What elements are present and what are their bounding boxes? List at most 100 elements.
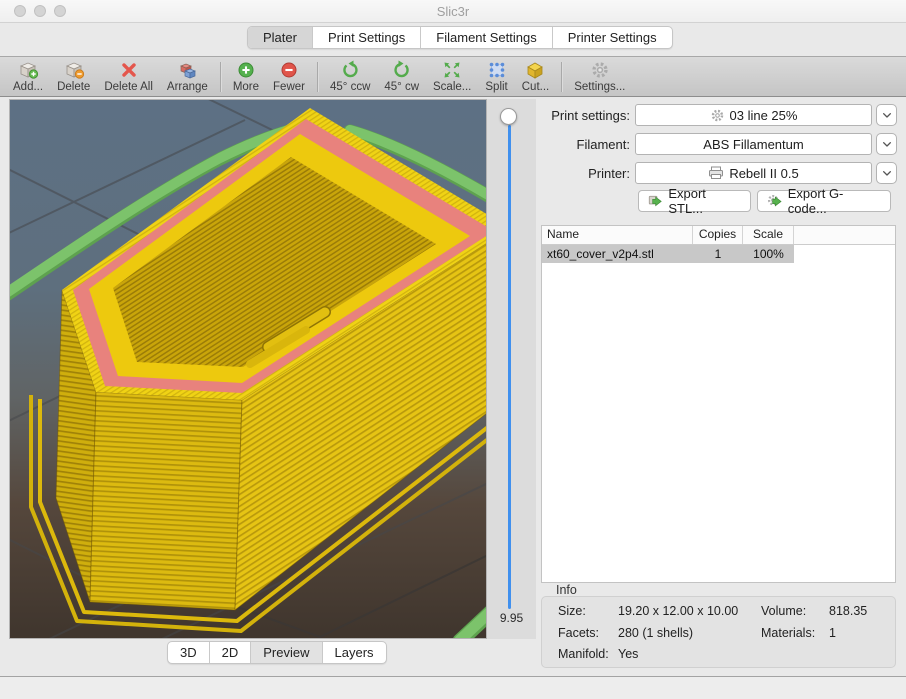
- print-settings-row: Print settings: 03 line 25%: [541, 104, 897, 126]
- scale-label: Scale...: [433, 81, 471, 93]
- layer-slider: 9.95: [487, 99, 536, 639]
- cell-name: xt60_cover_v2p4.stl: [542, 245, 693, 263]
- delete-button[interactable]: Delete: [50, 58, 97, 96]
- printer-dropdown-button[interactable]: [876, 162, 897, 184]
- delete-all-button[interactable]: Delete All: [97, 58, 160, 96]
- chevron-down-icon: [881, 138, 893, 150]
- tab-printer-settings[interactable]: Printer Settings: [553, 27, 672, 48]
- scale-icon: [442, 60, 462, 80]
- view-tab-preview[interactable]: Preview: [251, 642, 322, 663]
- preview-viewport[interactable]: [9, 99, 487, 639]
- rotate-ccw-button[interactable]: 45° ccw: [323, 58, 377, 96]
- settings-icon: [590, 60, 610, 80]
- delete-all-label: Delete All: [104, 81, 153, 93]
- rotate-cw-icon: [392, 60, 412, 80]
- column-header-name[interactable]: Name: [542, 226, 693, 244]
- tab-print-settings[interactable]: Print Settings: [313, 27, 421, 48]
- filament-value: ABS Fillamentum: [703, 137, 803, 152]
- objects-table-header: Name Copies Scale: [542, 226, 895, 245]
- rotate-ccw-icon: [340, 60, 360, 80]
- filament-row: Filament: ABS Fillamentum: [541, 133, 897, 155]
- split-label: Split: [485, 81, 507, 93]
- info-box: Size: 19.20 x 12.00 x 10.00 Volume: 818.…: [541, 596, 896, 668]
- toolbar-separator: [561, 62, 562, 92]
- printer-label: Printer:: [541, 166, 630, 181]
- more-button[interactable]: More: [226, 58, 266, 96]
- add-icon: [17, 60, 39, 80]
- rotate-cw-label: 45° cw: [384, 81, 419, 93]
- cut-label: Cut...: [522, 81, 549, 93]
- printer-value: Rebell II 0.5: [729, 166, 798, 181]
- gear-icon: [710, 108, 725, 123]
- scale-button[interactable]: Scale...: [426, 58, 478, 96]
- split-icon: [487, 60, 507, 80]
- arrange-icon: [176, 60, 198, 80]
- size-label: Size:: [558, 604, 586, 618]
- print-settings-dropdown-button[interactable]: [876, 104, 897, 126]
- window-title: Slic3r: [0, 4, 906, 19]
- 3d-preview-canvas: [10, 100, 487, 639]
- fewer-button[interactable]: Fewer: [266, 58, 312, 96]
- toolbar: Add... Delete Delete All: [0, 56, 906, 97]
- split-button[interactable]: Split: [478, 58, 514, 96]
- print-settings-value: 03 line 25%: [730, 108, 798, 123]
- layer-slider-value: 9.95: [487, 611, 536, 625]
- materials-value: 1: [829, 626, 836, 640]
- table-row[interactable]: xt60_cover_v2p4.stl 1 100%: [542, 245, 895, 263]
- facets-value: 280 (1 shells): [618, 626, 693, 640]
- rotate-ccw-label: 45° ccw: [330, 81, 370, 93]
- export-gcode-icon: [767, 193, 783, 209]
- main-tabs: Plater Print Settings Filament Settings …: [247, 26, 673, 49]
- chevron-down-icon: [881, 109, 893, 121]
- print-settings-combo[interactable]: 03 line 25%: [635, 104, 872, 126]
- titlebar: Slic3r: [0, 0, 906, 23]
- delete-label: Delete: [57, 81, 90, 93]
- fewer-icon: [279, 60, 299, 80]
- view-mode-tabs: 3D 2D Preview Layers: [167, 641, 387, 664]
- export-gcode-button[interactable]: Export G-code...: [757, 190, 891, 212]
- size-value: 19.20 x 12.00 x 10.00: [618, 604, 738, 618]
- export-row: Export STL... Export G-code...: [541, 190, 897, 212]
- arrange-button[interactable]: Arrange: [160, 58, 215, 96]
- rotate-cw-button[interactable]: 45° cw: [377, 58, 426, 96]
- volume-value: 818.35: [829, 604, 867, 618]
- printer-icon: [708, 166, 724, 180]
- more-icon: [236, 60, 256, 80]
- main-tab-row: Plater Print Settings Filament Settings …: [0, 23, 906, 56]
- filament-combo[interactable]: ABS Fillamentum: [635, 133, 872, 155]
- printer-combo[interactable]: Rebell II 0.5: [635, 162, 872, 184]
- tab-plater[interactable]: Plater: [248, 27, 313, 48]
- export-gcode-label: Export G-code...: [788, 186, 881, 216]
- export-stl-icon: [648, 193, 663, 209]
- column-header-copies[interactable]: Copies: [693, 226, 743, 244]
- print-settings-label: Print settings:: [541, 108, 630, 123]
- add-button[interactable]: Add...: [6, 58, 50, 96]
- filament-dropdown-button[interactable]: [876, 133, 897, 155]
- view-tab-layers[interactable]: Layers: [323, 642, 386, 663]
- cell-scale: 100%: [743, 245, 794, 263]
- export-stl-button[interactable]: Export STL...: [638, 190, 751, 212]
- view-tab-3d[interactable]: 3D: [168, 642, 210, 663]
- table-row-selection: xt60_cover_v2p4.stl 1 100%: [542, 245, 794, 263]
- manifold-value: Yes: [618, 647, 638, 661]
- view-tab-2d[interactable]: 2D: [210, 642, 252, 663]
- cut-icon: [524, 60, 546, 80]
- toolbar-separator: [220, 62, 221, 92]
- layer-slider-knob[interactable]: [500, 108, 517, 125]
- more-label: More: [233, 81, 259, 93]
- tab-filament-settings[interactable]: Filament Settings: [421, 27, 552, 48]
- cell-copies: 1: [693, 245, 743, 263]
- objects-table: Name Copies Scale xt60_cover_v2p4.stl 1 …: [541, 225, 896, 583]
- cut-button[interactable]: Cut...: [515, 58, 556, 96]
- slic3r-window: Slic3r Plater Print Settings Filament Se…: [0, 0, 906, 699]
- layer-slider-track[interactable]: [508, 125, 511, 609]
- export-stl-label: Export STL...: [668, 186, 741, 216]
- manifold-label: Manifold:: [558, 647, 609, 661]
- facets-label: Facets:: [558, 626, 599, 640]
- toolbar-separator: [317, 62, 318, 92]
- delete-all-icon: [119, 60, 139, 80]
- fewer-label: Fewer: [273, 81, 305, 93]
- settings-button[interactable]: Settings...: [567, 58, 632, 96]
- delete-icon: [63, 60, 85, 80]
- column-header-scale[interactable]: Scale: [743, 226, 794, 244]
